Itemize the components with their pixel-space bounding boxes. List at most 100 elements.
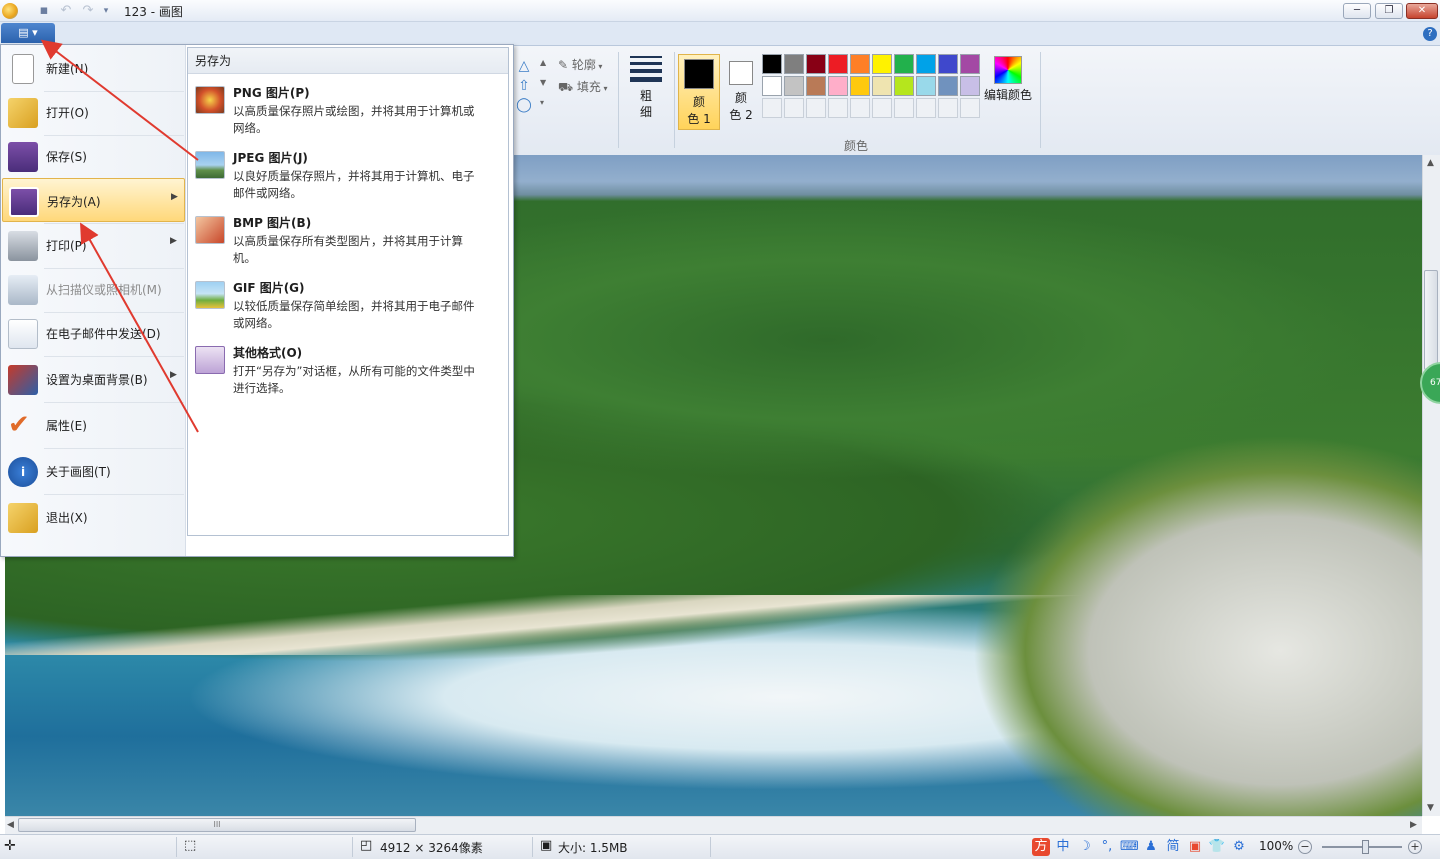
- palette-swatch[interactable]: [916, 76, 936, 96]
- save-as-option-heading: GIF 图片(G): [233, 281, 305, 295]
- file-menu-item-label: 新建(N): [46, 62, 89, 76]
- file-menu-item[interactable]: 退出(X): [2, 495, 185, 539]
- scroll-right-icon[interactable]: ▶: [1410, 820, 1417, 830]
- palette-swatch[interactable]: [938, 76, 958, 96]
- email-icon: [8, 319, 38, 349]
- palette-empty-slot[interactable]: [784, 98, 804, 118]
- file-menu-item[interactable]: 设置为桌面背景(B) ▶: [2, 357, 185, 401]
- palette-swatch[interactable]: [916, 54, 936, 74]
- file-menu-item[interactable]: 保存(S): [2, 134, 185, 178]
- palette-swatch[interactable]: [894, 54, 914, 74]
- ime-tray-icon[interactable]: 方: [1032, 838, 1050, 856]
- ime-tray-icon[interactable]: 简: [1164, 838, 1182, 856]
- palette-empty-slot[interactable]: [828, 98, 848, 118]
- palette-empty-slot[interactable]: [938, 98, 958, 118]
- file-menu-item[interactable]: 在电子邮件中发送(D): [2, 311, 185, 355]
- palette-empty-slot[interactable]: [762, 98, 782, 118]
- scroll-up-icon[interactable]: ▲: [1427, 158, 1434, 168]
- triangle-shape-icon[interactable]: △: [516, 58, 532, 74]
- save-icon[interactable]: ▪: [36, 3, 52, 19]
- save-as-option[interactable]: GIF 图片(G) 以较低质量保存简单绘图，并将其用于电子邮件或网络。: [192, 273, 504, 335]
- undo-icon[interactable]: ↶: [58, 3, 74, 19]
- arrow-shape-icon[interactable]: ⇧: [516, 78, 532, 94]
- scroll-left-icon[interactable]: ◀: [7, 820, 14, 830]
- file-menu-item[interactable]: ✔ 属性(E): [2, 403, 185, 447]
- vertical-scroll-thumb[interactable]: [1424, 270, 1438, 370]
- vertical-scrollbar[interactable]: [1422, 155, 1440, 816]
- ime-tray-icon[interactable]: 中: [1054, 838, 1072, 856]
- ime-tray-icon[interactable]: 👕: [1208, 838, 1226, 856]
- palette-swatch[interactable]: [938, 54, 958, 74]
- file-menu-item[interactable]: 新建(N): [2, 46, 185, 90]
- outline-button[interactable]: ✎ 轮廓 ▾: [558, 56, 602, 73]
- file-menu-item[interactable]: i 关于画图(T): [2, 449, 185, 493]
- palette-swatch[interactable]: [850, 54, 870, 74]
- paint-app-icon[interactable]: [2, 3, 18, 19]
- status-separator: [710, 837, 711, 857]
- color1-button[interactable]: 颜 色 1: [678, 54, 720, 130]
- file-menu-item[interactable]: 打开(O): [2, 90, 185, 134]
- palette-empty-slot[interactable]: [960, 98, 980, 118]
- help-icon[interactable]: ?: [1423, 27, 1437, 41]
- palette-swatch[interactable]: [828, 76, 848, 96]
- palette-swatch[interactable]: [762, 54, 782, 74]
- save-as-option[interactable]: 其他格式(O) 打开“另存为”对话框，从所有可能的文件类型中进行选择。: [192, 338, 504, 400]
- save-as-option[interactable]: JPEG 图片(J) 以良好质量保存照片，并将其用于计算机、电子邮件或网络。: [192, 143, 504, 205]
- submenu-arrow-icon: ▶: [170, 370, 177, 380]
- palette-swatch[interactable]: [806, 76, 826, 96]
- shapes-more-icon[interactable]: ▾: [540, 98, 544, 107]
- gif-image-icon: [195, 281, 225, 309]
- color2-button[interactable]: 颜 色 2: [720, 54, 762, 130]
- scroll-down-icon[interactable]: ▼: [1427, 803, 1434, 813]
- redo-icon[interactable]: ↷: [80, 3, 96, 19]
- colors-group-label: 颜色: [844, 139, 869, 153]
- fill-button[interactable]: ⛟ 填充 ▾: [558, 78, 608, 96]
- ime-tray-icon[interactable]: ♟: [1142, 838, 1160, 856]
- palette-empty-slot[interactable]: [850, 98, 870, 118]
- zoom-out-button[interactable]: −: [1298, 840, 1312, 854]
- restore-button[interactable]: ❐: [1375, 3, 1403, 19]
- palette-empty-slot[interactable]: [872, 98, 892, 118]
- palette-swatch[interactable]: [872, 76, 892, 96]
- palette-swatch[interactable]: [762, 76, 782, 96]
- save-as-option-description: 以高质量保存照片或绘图，并将其用于计算机或网络。: [233, 104, 475, 135]
- ime-tray-icon[interactable]: ☽: [1076, 838, 1094, 856]
- palette-swatch[interactable]: [784, 76, 804, 96]
- save-as-option[interactable]: BMP 图片(B) 以高质量保存所有类型图片，并将其用于计算机。: [192, 208, 504, 270]
- edit-colors-button[interactable]: 编辑颜色: [984, 56, 1032, 103]
- ime-tray-icon[interactable]: ▣: [1186, 838, 1204, 856]
- save-as-option[interactable]: PNG 图片(P) 以高质量保存照片或绘图，并将其用于计算机或网络。: [192, 78, 504, 140]
- bmp-image-icon: [195, 216, 225, 244]
- palette-empty-slot[interactable]: [894, 98, 914, 118]
- callout-shape-icon[interactable]: ◯: [516, 97, 532, 113]
- file-menu-item[interactable]: 打印(P) ▶: [2, 223, 185, 267]
- ime-tray-icon[interactable]: ⚙: [1230, 838, 1248, 856]
- customize-toolbar-icon[interactable]: ▾: [98, 3, 114, 19]
- palette-swatch[interactable]: [784, 54, 804, 74]
- file-menu-button[interactable]: ▤ ▾: [1, 23, 55, 43]
- shapes-scroll-up-icon[interactable]: ▲: [540, 58, 546, 67]
- palette-swatch[interactable]: [872, 54, 892, 74]
- palette-swatch[interactable]: [806, 54, 826, 74]
- close-button[interactable]: ✕: [1406, 3, 1438, 19]
- file-menu-item[interactable]: 另存为(A) ▶: [2, 178, 185, 222]
- palette-swatch[interactable]: [960, 54, 980, 74]
- file-menu-item-label: 另存为(A): [47, 195, 101, 209]
- size-button[interactable]: 粗 细: [622, 52, 670, 128]
- zoom-slider-thumb[interactable]: [1362, 840, 1369, 854]
- palette-empty-slot[interactable]: [806, 98, 826, 118]
- ime-tray-icon[interactable]: ⌨: [1120, 838, 1139, 856]
- ime-tray-icon[interactable]: °,: [1098, 838, 1116, 856]
- fill-label: 填充: [576, 80, 601, 94]
- zoom-in-button[interactable]: +: [1408, 840, 1422, 854]
- palette-swatch[interactable]: [894, 76, 914, 96]
- palette-swatch[interactable]: [960, 76, 980, 96]
- image-dimensions: 4912 × 3264像素: [380, 841, 483, 855]
- shapes-scroll-down-icon[interactable]: ▼: [540, 78, 546, 87]
- minimize-button[interactable]: ─: [1343, 3, 1371, 19]
- palette-swatch[interactable]: [828, 54, 848, 74]
- horizontal-scroll-thumb[interactable]: III: [18, 818, 416, 832]
- ribbon-separator: [674, 52, 675, 148]
- palette-swatch[interactable]: [850, 76, 870, 96]
- palette-empty-slot[interactable]: [916, 98, 936, 118]
